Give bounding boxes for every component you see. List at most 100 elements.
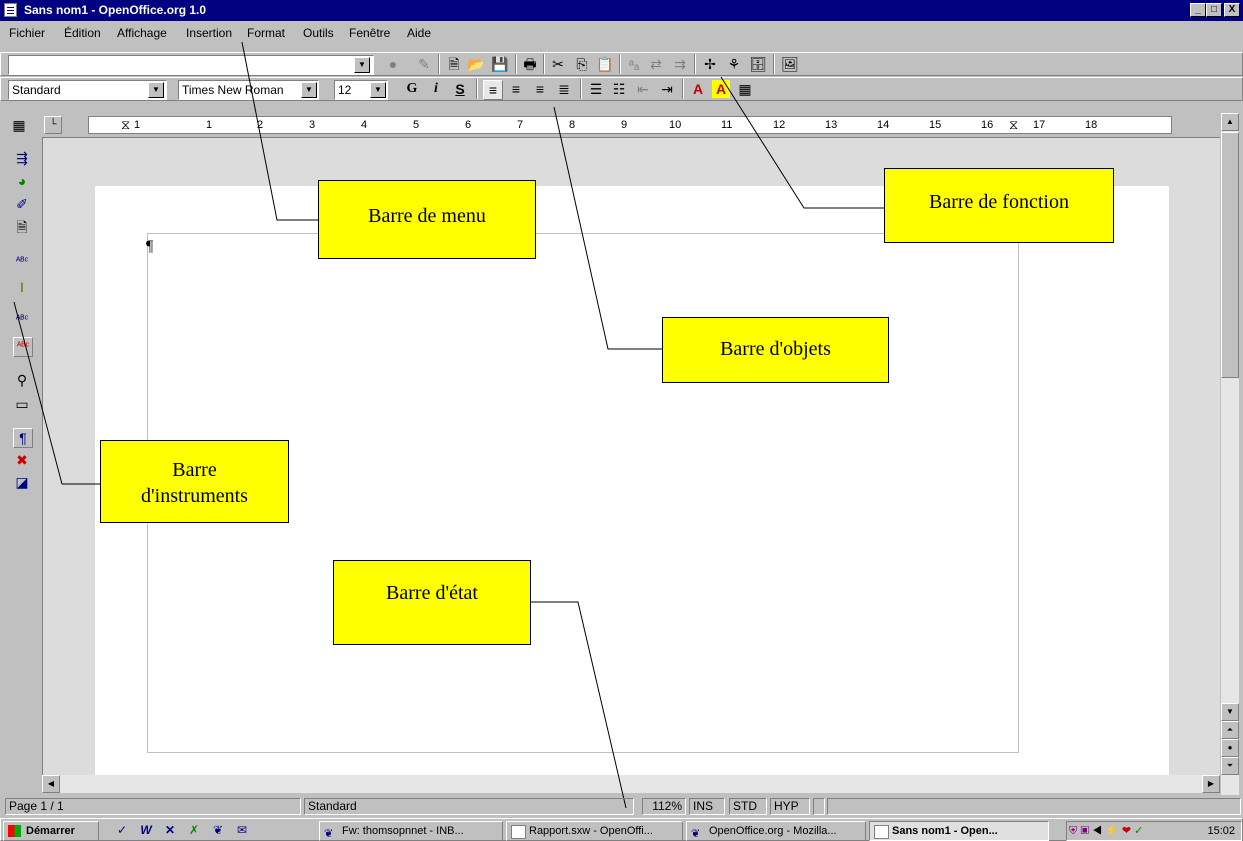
speaker-icon[interactable]: ◀	[1092, 825, 1102, 837]
callout-object-bar: Barre d'objets	[662, 317, 889, 383]
menu-insertion[interactable]: Insertion	[186, 26, 232, 40]
right-indent-marker-icon[interactable]: ⧖	[1009, 117, 1018, 133]
scroll-thumb[interactable]	[1221, 132, 1239, 378]
scroll-down-button[interactable]: ▼	[1221, 703, 1239, 721]
form-functions-icon[interactable]: 🗎	[13, 218, 31, 236]
page-style[interactable]: Standard	[304, 798, 634, 815]
tray-icon[interactable]: ✓	[1134, 825, 1143, 837]
data-source-view-icon[interactable]: ▭	[13, 395, 31, 413]
find-icon[interactable]: ⚲	[13, 371, 31, 389]
increase-indent-icon[interactable]: ⇥	[658, 80, 676, 98]
maximize-button[interactable]: □	[1206, 3, 1222, 17]
previous-page-button[interactable]: ⏶	[1221, 721, 1239, 739]
task-rapport[interactable]: Rapport.sxw - OpenOffi...	[506, 821, 683, 841]
font-select[interactable]: Times New Roman	[178, 80, 319, 100]
close-button[interactable]: X	[1224, 3, 1240, 17]
task-fw-thomsopnnet[interactable]: ❦ Fw: thomsopnnet - INB...	[319, 821, 503, 841]
navigation-button[interactable]: ●	[1221, 739, 1239, 757]
save-icon[interactable]: 💾	[491, 55, 509, 73]
network-icon[interactable]: ⚡	[1105, 825, 1119, 837]
formatting-marks-icon[interactable]: ¶	[13, 428, 33, 448]
insert-icon[interactable]: ⇶	[13, 149, 31, 167]
draw-functions-icon[interactable]: ✐	[13, 195, 31, 213]
menu-aide[interactable]: Aide	[407, 26, 431, 40]
tab-stop-icon[interactable]: └	[44, 116, 62, 134]
highlight-icon[interactable]: A	[712, 80, 730, 98]
quicklaunch-icon[interactable]: ✓	[113, 821, 131, 839]
separator	[619, 54, 621, 74]
copy-icon[interactable]: ⎘	[573, 55, 591, 73]
align-right-icon[interactable]: ≡	[531, 80, 549, 98]
autocorrect-icon[interactable]: ᴬᴮᶜ	[13, 253, 31, 271]
chevron-down-icon[interactable]: ▼	[148, 82, 164, 98]
font-color-icon[interactable]: A	[689, 80, 707, 98]
auto-spellcheck-icon[interactable]: ᴬᴮᶜ	[13, 337, 33, 357]
navigator-icon[interactable]: ✢	[701, 55, 719, 73]
italic-button[interactable]: i	[427, 80, 445, 98]
cut-icon[interactable]: ✂	[549, 55, 567, 73]
gallery-icon[interactable]: 🖼	[781, 55, 799, 73]
online-layout-icon[interactable]: ✖	[13, 451, 31, 469]
edit-file-icon[interactable]: ✎	[415, 55, 433, 73]
selection-mode[interactable]: STD	[729, 798, 767, 815]
mozilla-icon[interactable]: ❦	[209, 821, 227, 839]
stop-icon[interactable]: ●	[384, 55, 402, 73]
align-left-icon[interactable]: ≡	[483, 80, 503, 100]
menu-format[interactable]: Format	[247, 26, 285, 40]
menu-edition[interactable]: Édition	[64, 26, 101, 40]
undo-icon[interactable]: ⇄	[647, 55, 665, 73]
zoom-level[interactable]: 112%	[642, 798, 686, 815]
tray-icon[interactable]: ▣	[1080, 825, 1089, 837]
stylist-icon[interactable]: ⚘	[725, 55, 743, 73]
ruler-tick: 1	[134, 119, 141, 131]
scroll-up-button[interactable]: ▲	[1221, 113, 1239, 131]
vertical-scrollbar[interactable]: ▲ ▼ ⏶ ● ⏷	[1221, 113, 1239, 795]
text-cursor-icon[interactable]: Ι	[13, 278, 31, 296]
chevron-down-icon[interactable]: ▼	[370, 82, 386, 98]
chevron-down-icon[interactable]: ▼	[301, 82, 317, 98]
open-folder-icon[interactable]: 📂	[467, 55, 485, 73]
tools-icon[interactable]: ✗	[185, 821, 203, 839]
numbering-icon[interactable]: ☰	[587, 80, 605, 98]
minimize-button[interactable]: _	[1190, 3, 1206, 17]
insert-mode[interactable]: INS	[689, 798, 725, 815]
underline-button[interactable]: S	[451, 80, 469, 98]
word-icon[interactable]: W	[137, 821, 155, 839]
justify-icon[interactable]: ≣	[555, 80, 573, 98]
scroll-right-button[interactable]: ▶	[1202, 775, 1220, 793]
menu-outils[interactable]: Outils	[303, 26, 334, 40]
data-sources-icon[interactable]: 🗄	[749, 55, 767, 73]
start-button[interactable]: Démarrer	[3, 821, 99, 841]
bullets-icon[interactable]: ☷	[610, 80, 628, 98]
hyperlink-mode[interactable]: HYP	[770, 798, 810, 815]
url-input[interactable]	[8, 55, 374, 75]
task-sans-nom1[interactable]: Sans nom1 - Open...	[869, 821, 1049, 841]
tray-icon[interactable]: ⛨	[1069, 825, 1077, 837]
menu-fenetre[interactable]: Fenêtre	[349, 26, 390, 40]
html-source-icon[interactable]: ◪	[13, 473, 31, 491]
callout-instruments-bar: Barre d'instruments	[100, 440, 289, 523]
spellcheck-icon[interactable]: ᴬᴮᶜ	[13, 311, 31, 329]
decrease-indent-icon[interactable]: ⇤	[634, 80, 652, 98]
print-icon[interactable]: 🖶	[521, 55, 539, 73]
paste-icon[interactable]: 📋	[596, 55, 614, 73]
align-center-icon[interactable]: ≡	[507, 80, 525, 98]
task-openoffice-mozilla[interactable]: ❦ OpenOffice.org - Mozilla...	[686, 821, 866, 841]
excel-icon[interactable]: ✕	[161, 821, 179, 839]
redo-icon[interactable]: ⇉	[671, 55, 689, 73]
mail-icon[interactable]: ✉	[233, 821, 251, 839]
horizontal-scrollbar[interactable]: ◀ ▶	[42, 775, 1220, 793]
menu-affichage[interactable]: Affichage	[117, 26, 167, 40]
style-select[interactable]: Standard	[8, 80, 167, 100]
next-page-button[interactable]: ⏷	[1221, 757, 1239, 775]
bold-button[interactable]: G	[403, 80, 421, 98]
scroll-left-button[interactable]: ◀	[42, 775, 60, 793]
background-color-icon[interactable]: ▦	[736, 80, 754, 98]
tray-icon[interactable]: ❤	[1122, 825, 1131, 837]
new-document-icon[interactable]: 🗎	[445, 55, 463, 73]
insert-object-icon[interactable]: ◕	[13, 172, 31, 190]
chevron-down-icon[interactable]: ▼	[354, 57, 370, 73]
indent-marker-icon[interactable]: ⧖	[121, 117, 130, 133]
format-paintbrush-icon[interactable]: ᵃₐ	[625, 55, 643, 73]
menu-fichier[interactable]: Fichier	[9, 26, 45, 40]
